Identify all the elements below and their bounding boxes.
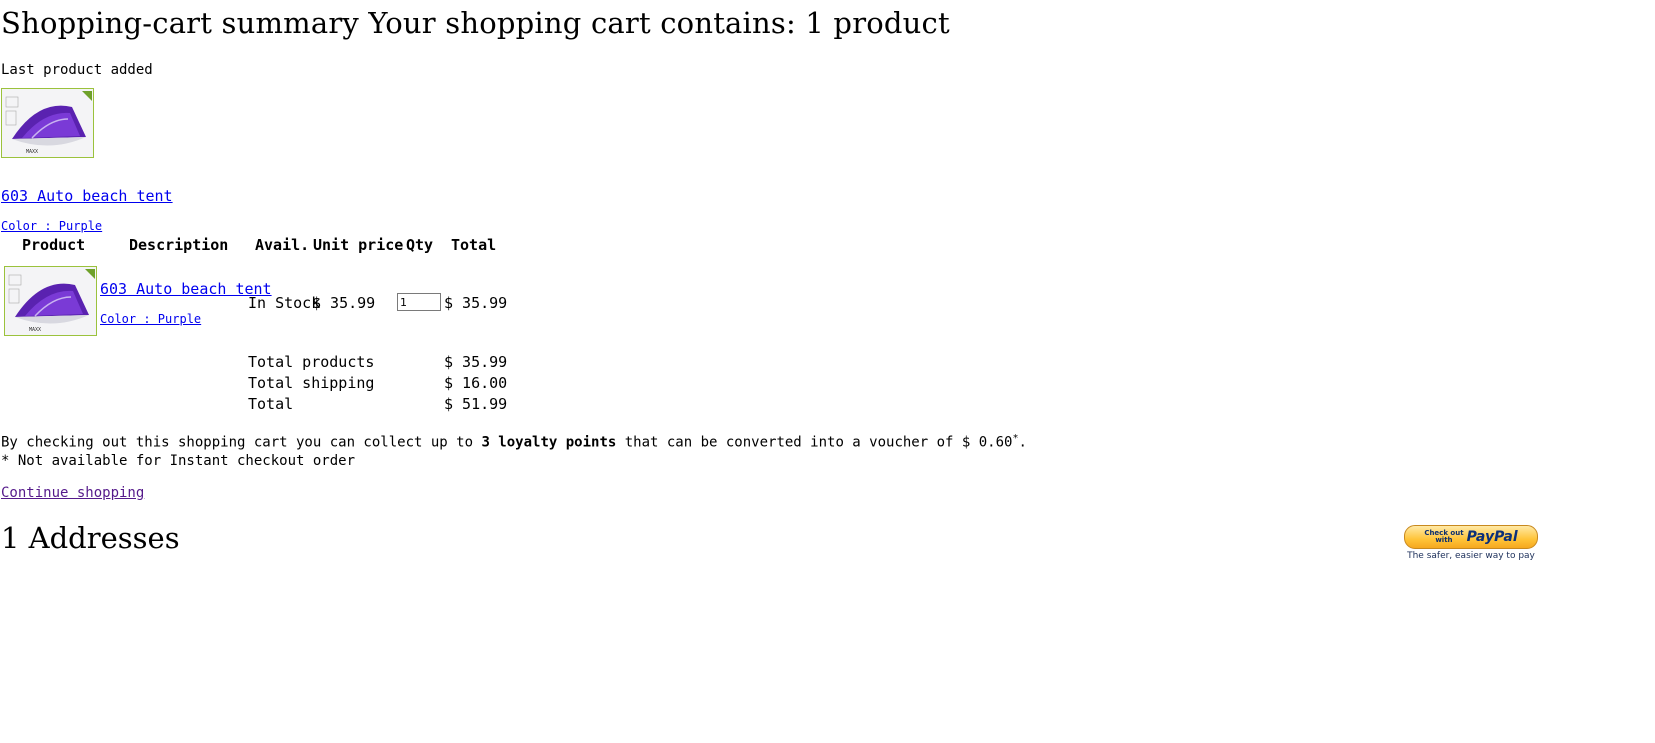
paypal-logo: PayPal [1466, 529, 1518, 545]
total-products-label: Total products [248, 353, 375, 371]
column-header-total: Total [451, 236, 497, 254]
row-total-cell: $ 35.99 [444, 294, 508, 312]
grand-total-value: $ 51.99 [444, 395, 508, 413]
loyalty-points: 3 loyalty points [481, 434, 617, 451]
paypal-checkout-button[interactable]: Check out with PayPal The safer, easier … [1404, 525, 1538, 561]
grand-total-label: Total [248, 395, 294, 413]
column-header-description: Description [129, 236, 229, 254]
paypal-checkout-line2: with [1435, 536, 1453, 544]
paypal-checkout-icon[interactable]: Check out with PayPal [1404, 525, 1538, 549]
cart-product-attributes-link[interactable]: Color : Purple [100, 312, 201, 326]
addresses-heading: 1 Addresses [1, 521, 180, 555]
loyalty-note: * Not available for Instant checkout ord… [1, 453, 356, 469]
availability-cell: In Stock [248, 294, 321, 312]
unit-price-cell: $ 35.99 [312, 294, 376, 312]
column-header-product: Product [22, 236, 86, 254]
svg-text:MAXX: MAXX [26, 149, 38, 155]
column-header-qty: Qty [406, 236, 434, 254]
continue-shopping-link[interactable]: Continue shopping [1, 485, 144, 501]
cart-product-image[interactable]: MAXX [4, 266, 97, 336]
page-title: Shopping-cart summary Your shopping cart… [1, 6, 950, 40]
paypal-tagline: The safer, easier way to pay [1407, 551, 1535, 561]
column-header-unit-price: Unit price [313, 236, 404, 254]
paypal-checkout-text: Check out with [1424, 530, 1463, 544]
quantity-input[interactable] [397, 293, 441, 311]
beach-tent-image: MAXX [2, 89, 93, 157]
total-shipping-label: Total shipping [248, 374, 375, 392]
column-header-avail: Avail. [255, 236, 310, 254]
loyalty-voucher-text: that can be converted into a voucher of … [616, 434, 1013, 451]
last-product-image[interactable]: MAXX [1, 88, 94, 158]
beach-tent-image: MAXX [5, 267, 96, 335]
loyalty-points-message: By checking out this shopping cart you c… [1, 433, 1027, 451]
last-product-name-link[interactable]: 603 Auto beach tent [1, 187, 173, 205]
svg-text:MAXX: MAXX [29, 327, 41, 333]
total-shipping-value: $ 16.00 [444, 374, 508, 392]
last-product-added-label: Last product added [1, 62, 153, 78]
loyalty-prefix: By checking out this shopping cart you c… [1, 434, 482, 451]
total-products-value: $ 35.99 [444, 353, 508, 371]
cart-product-name-link[interactable]: 603 Auto beach tent [100, 280, 272, 298]
loyalty-end: . [1018, 434, 1027, 451]
last-product-attributes-link[interactable]: Color : Purple [1, 219, 102, 233]
